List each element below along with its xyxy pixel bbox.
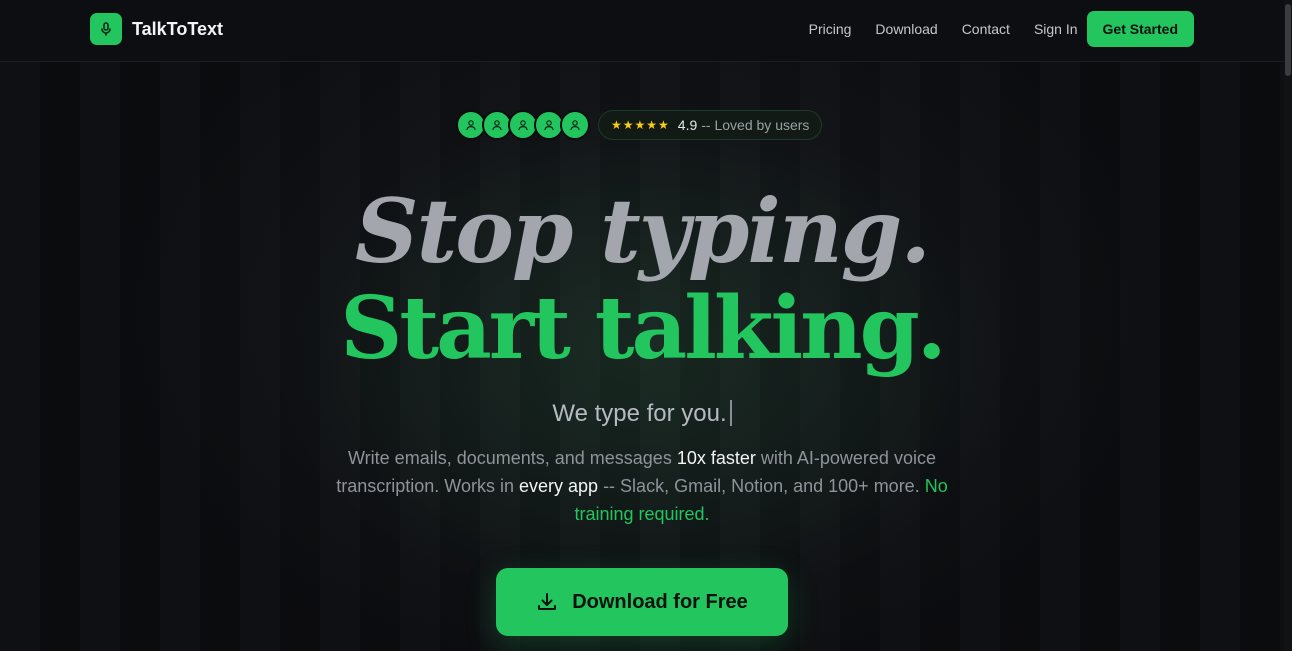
headline-line-2: Start talking. bbox=[340, 278, 947, 379]
user-icon bbox=[560, 110, 590, 140]
rating-badge: ★★★★★ 4.9 -- Loved by users bbox=[598, 110, 823, 140]
desc-part-1: Write emails, documents, and messages bbox=[348, 448, 677, 468]
user-avatars bbox=[456, 110, 590, 140]
desc-highlight-speed: 10x faster bbox=[676, 448, 756, 468]
rating-label: -- Loved by users bbox=[701, 117, 810, 133]
social-proof: ★★★★★ 4.9 -- Loved by users bbox=[456, 110, 823, 140]
desc-part-3: -- Slack, Gmail, Notion, and 100+ more. bbox=[598, 476, 925, 496]
hero-description: Write emails, documents, and messages 10… bbox=[312, 444, 972, 528]
download-button[interactable]: Download for Free bbox=[496, 568, 788, 636]
brand-logo[interactable]: TalkToText bbox=[90, 13, 223, 45]
download-icon bbox=[536, 591, 558, 613]
scrollbar-thumb[interactable] bbox=[1285, 4, 1291, 76]
nav-link-pricing[interactable]: Pricing bbox=[809, 21, 852, 37]
subtitle: We type for you. bbox=[0, 400, 1284, 428]
download-button-label: Download for Free bbox=[572, 590, 748, 613]
microphone-icon bbox=[90, 13, 122, 45]
nav-links: Pricing Download Contact Sign In Get Sta… bbox=[809, 11, 1194, 47]
top-nav: TalkToText Pricing Download Contact Sign… bbox=[0, 0, 1284, 62]
scrollbar[interactable] bbox=[1284, 0, 1292, 651]
brand-name: TalkToText bbox=[132, 18, 224, 39]
star-rating-icon: ★★★★★ bbox=[611, 118, 670, 132]
nav-link-sign-in[interactable]: Sign In bbox=[1034, 21, 1078, 37]
get-started-button[interactable]: Get Started bbox=[1086, 11, 1194, 47]
headline-line-1: Stop typing. bbox=[355, 179, 931, 283]
typing-cursor bbox=[729, 400, 732, 426]
rating-score: 4.9 bbox=[677, 117, 698, 133]
subtitle-text: We type for you. bbox=[552, 400, 727, 427]
nav-link-download[interactable]: Download bbox=[875, 21, 937, 37]
nav-link-contact[interactable]: Contact bbox=[962, 21, 1010, 37]
desc-highlight-apps: every app bbox=[519, 476, 599, 496]
